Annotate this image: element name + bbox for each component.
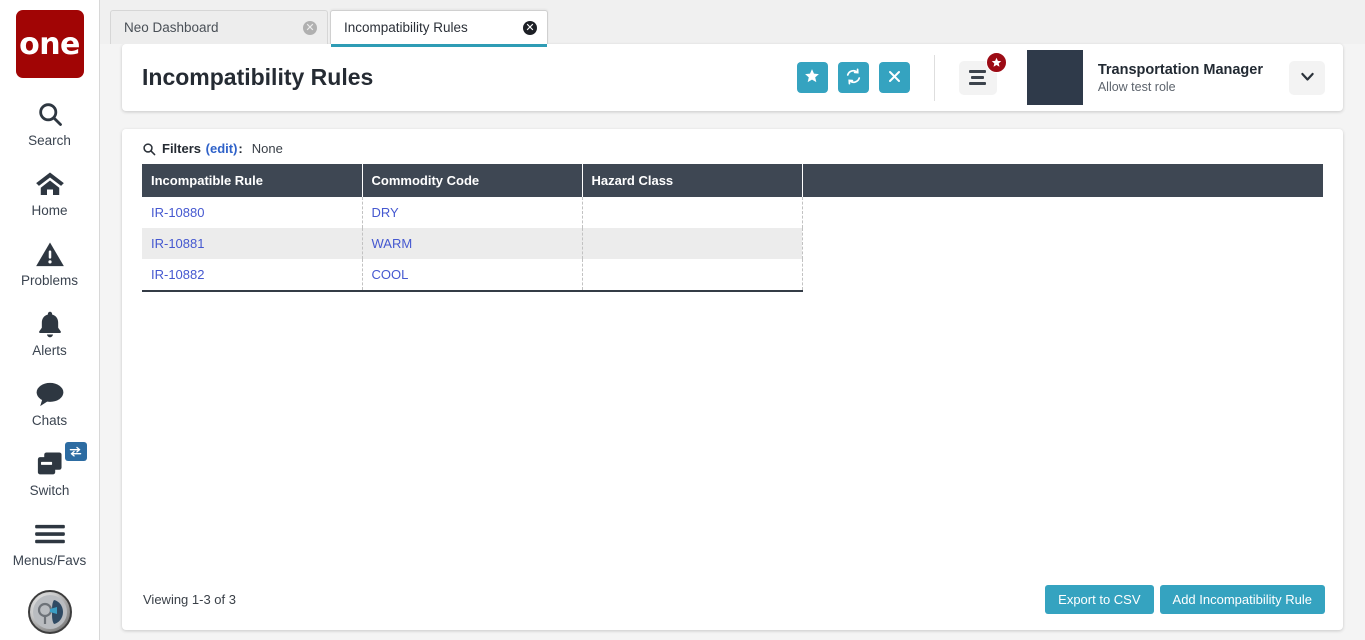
sidebar-item-label: Home — [31, 203, 68, 218]
page-header-card: Incompatibility Rules Transportation Man… — [122, 44, 1343, 111]
cell-empty — [802, 197, 1323, 228]
filters-bar: Filters (edit) : None — [122, 129, 1343, 164]
column-header-empty — [802, 164, 1323, 197]
refresh-icon — [845, 68, 862, 88]
footer-actions: Export to CSV Add Incompatibility Rule — [1045, 585, 1325, 614]
cell-commodity-code: DRY — [362, 197, 583, 228]
star-icon — [804, 68, 820, 87]
user-avatar-icon[interactable] — [27, 590, 72, 634]
tab-incompatibility-rules[interactable]: Incompatibility Rules ✕ — [330, 10, 548, 47]
sidebar-item-label: Problems — [20, 273, 79, 288]
refresh-button[interactable] — [837, 62, 869, 93]
rule-link[interactable]: IR-10881 — [151, 236, 204, 251]
cell-hazard-class — [582, 228, 803, 259]
cell-hazard-class — [582, 259, 803, 292]
left-sidebar: one Search Home Problems Alerts Chats Sw… — [0, 0, 100, 640]
column-header-incompatible-rule[interactable]: Incompatible Rule — [142, 164, 363, 197]
sidebar-item-label: Alerts — [32, 343, 67, 358]
column-header-hazard-class[interactable]: Hazard Class — [582, 164, 803, 197]
favorites-menu-button[interactable] — [958, 51, 1007, 95]
cell-empty — [802, 259, 1323, 291]
tab-neo-dashboard[interactable]: Neo Dashboard ✕ — [110, 10, 328, 44]
user-name: Transportation Manager — [1097, 61, 1263, 78]
table-header-row: Incompatible Rule Commodity Code Hazard … — [142, 164, 1323, 197]
sidebar-item-problems[interactable]: Problems — [0, 238, 100, 288]
search-icon — [36, 98, 64, 130]
rule-link[interactable]: IR-10880 — [151, 205, 204, 220]
commodity-link[interactable]: COOL — [372, 267, 409, 282]
table-container: Incompatible Rule Commodity Code Hazard … — [122, 164, 1343, 292]
star-badge-icon — [985, 51, 1007, 73]
sidebar-item-label: Menus/Favs — [12, 553, 87, 568]
sidebar-item-label: Switch — [29, 483, 70, 498]
filters-value: None — [251, 141, 283, 156]
content-card: Filters (edit) : None Incompatible Rule … — [122, 129, 1343, 630]
header-divider — [933, 54, 935, 101]
cell-commodity-code: COOL — [362, 259, 583, 292]
sidebar-item-chats[interactable]: Chats — [0, 378, 100, 428]
filters-colon: : — [238, 141, 243, 156]
tab-strip: Neo Dashboard ✕ Incompatibility Rules ✕ — [100, 0, 1365, 47]
table-head: Incompatible Rule Commodity Code Hazard … — [142, 164, 1323, 197]
add-incompatibility-rule-button[interactable]: Add Incompatibility Rule — [1159, 585, 1325, 614]
table-row[interactable]: IR-10882 COOL — [142, 259, 1323, 292]
user-role: Allow test role — [1097, 79, 1176, 94]
page-title: Incompatibility Rules — [142, 64, 374, 90]
close-circle-icon[interactable]: ✕ — [303, 20, 317, 35]
user-profile[interactable]: Transportation Manager Allow test role — [1026, 50, 1263, 105]
favorite-button[interactable] — [796, 62, 828, 93]
tab-label: Neo Dashboard — [124, 20, 219, 35]
sidebar-item-search[interactable]: Search — [0, 98, 100, 148]
exchange-arrows-icon[interactable] — [64, 442, 87, 461]
search-icon — [142, 142, 156, 156]
app-root: one Search Home Problems Alerts Chats Sw… — [0, 0, 1365, 640]
column-header-commodity-code[interactable]: Commodity Code — [362, 164, 583, 197]
card-footer: Viewing 1-3 of 3 Export to CSV Add Incom… — [122, 585, 1343, 630]
tab-label: Incompatibility Rules — [344, 20, 468, 35]
warning-triangle-icon — [35, 238, 65, 270]
sidebar-item-label: Chats — [31, 413, 68, 428]
cell-incompatible-rule: IR-10881 — [142, 228, 363, 259]
sidebar-item-home[interactable]: Home — [0, 168, 100, 218]
commodity-link[interactable]: DRY — [372, 205, 399, 220]
hamburger-icon — [34, 518, 66, 550]
cell-commodity-code: WARM — [362, 228, 583, 259]
avatar — [1026, 50, 1083, 105]
logo-text: one — [19, 26, 80, 62]
filters-edit-link[interactable]: (edit) — [206, 141, 238, 156]
close-circle-icon[interactable]: ✕ — [523, 20, 537, 35]
cell-incompatible-rule: IR-10880 — [142, 197, 363, 228]
cell-empty — [802, 228, 1323, 259]
x-icon — [887, 69, 902, 87]
commodity-link[interactable]: WARM — [372, 236, 413, 251]
table-row[interactable]: IR-10881 WARM — [142, 228, 1323, 259]
rule-link[interactable]: IR-10882 — [151, 267, 204, 282]
sidebar-item-label: Search — [28, 133, 71, 148]
sidebar-item-switch[interactable]: Switch — [0, 442, 100, 498]
sidebar-item-menus-favs[interactable]: Menus/Favs — [0, 518, 100, 568]
one-logo[interactable]: one — [15, 10, 84, 78]
menu-lines-icon — [969, 70, 987, 73]
cell-hazard-class — [582, 197, 803, 228]
user-menu-button[interactable] — [1289, 60, 1325, 95]
table-body: IR-10880 DRY IR-10881 WARM IR-10882 COOL — [142, 197, 1323, 292]
header-action-buttons — [796, 62, 910, 93]
filters-label: Filters — [162, 141, 202, 156]
viewing-count: Viewing 1-3 of 3 — [143, 592, 236, 607]
home-icon — [35, 168, 65, 200]
bell-icon — [37, 308, 63, 340]
sidebar-item-alerts[interactable]: Alerts — [0, 308, 100, 358]
chat-bubble-icon — [35, 378, 65, 410]
chevron-down-icon — [1299, 68, 1316, 88]
cell-incompatible-rule: IR-10882 — [142, 259, 363, 292]
main-region: Neo Dashboard ✕ Incompatibility Rules ✕ … — [100, 0, 1365, 640]
table-row[interactable]: IR-10880 DRY — [142, 197, 1323, 228]
close-button[interactable] — [878, 62, 910, 93]
export-to-csv-button[interactable]: Export to CSV — [1045, 585, 1154, 614]
incompatibility-rules-table: Incompatible Rule Commodity Code Hazard … — [142, 164, 1323, 292]
windows-stack-icon — [35, 448, 65, 480]
